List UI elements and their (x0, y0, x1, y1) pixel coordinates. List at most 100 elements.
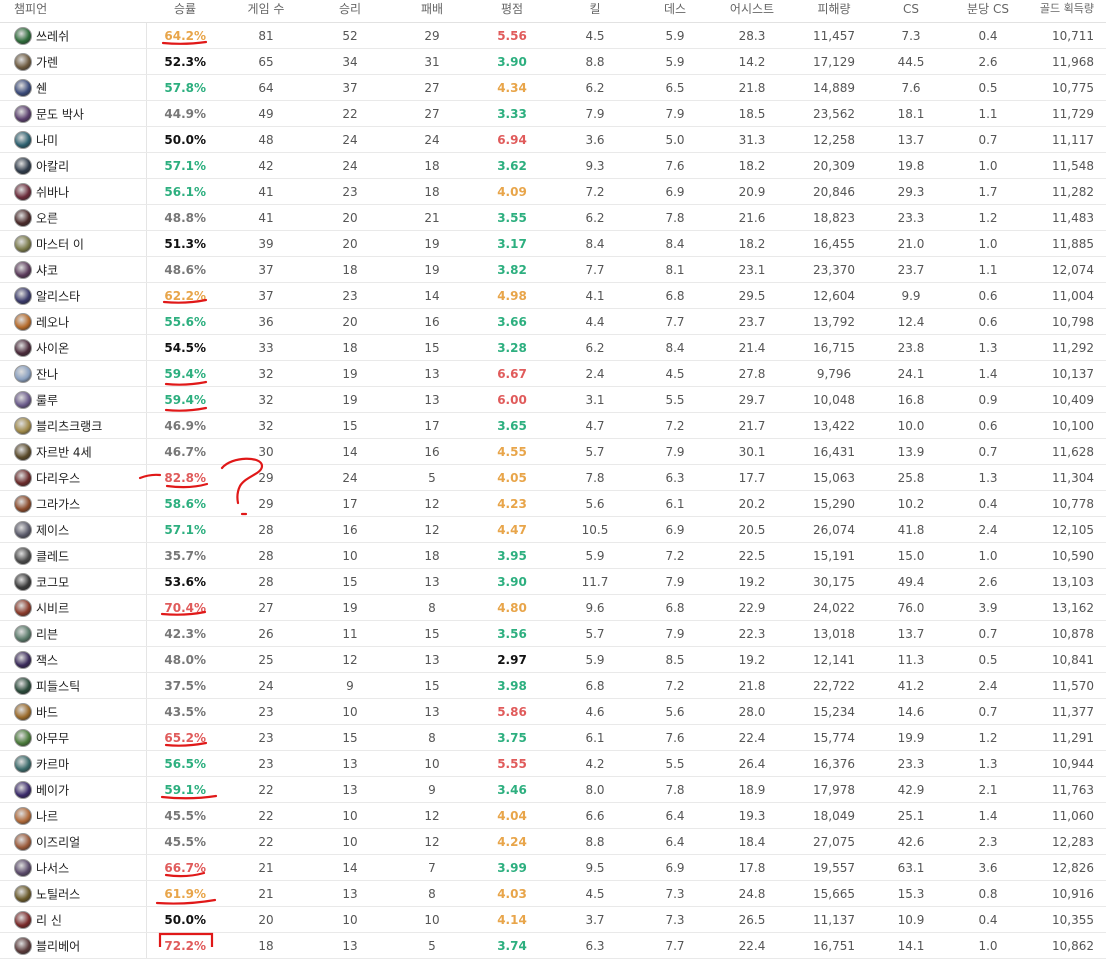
champion-avatar[interactable] (14, 286, 32, 305)
champion-cell[interactable]: 쉔 (0, 74, 147, 101)
header-losses[interactable]: 패배 (392, 0, 472, 23)
table-row[interactable]: 쉬바나 56.1% 41 23 18 4.09 7.2 6.9 20.9 20,846 29.3 1.… (0, 178, 1106, 205)
champion-cell[interactable]: 아무무 (0, 724, 147, 751)
champion-name[interactable]: 다리우스 (36, 471, 80, 485)
champion-name[interactable]: 베이가 (36, 783, 69, 797)
champion-name[interactable]: 제이스 (36, 523, 69, 537)
champion-avatar[interactable] (14, 546, 32, 565)
header-champion[interactable]: 챔피언 (0, 0, 146, 23)
champion-name[interactable]: 아칼리 (36, 159, 69, 173)
champion-avatar[interactable] (14, 806, 32, 825)
champion-name[interactable]: 자르반 4세 (36, 445, 92, 459)
table-row[interactable]: 코그모 53.6% 28 15 13 3.90 11.7 7.9 19.2 30,175 49.4 2… (0, 568, 1106, 595)
champion-cell[interactable]: 나르 (0, 802, 147, 829)
header-cs-per-min[interactable]: 분당 CS (946, 0, 1030, 23)
champion-name[interactable]: 노틸러스 (36, 887, 80, 901)
champion-name[interactable]: 레오나 (36, 315, 69, 329)
champion-avatar[interactable] (14, 26, 32, 45)
table-row[interactable]: 마스터 이 51.3% 39 20 19 3.17 8.4 8.4 18.2 16,455 21.0… (0, 230, 1106, 257)
champion-avatar[interactable] (14, 208, 32, 227)
champion-avatar[interactable] (14, 650, 32, 669)
table-row[interactable]: 노틸러스 61.9% 21 13 8 4.03 4.5 7.3 24.8 15,665 15.3 0.… (0, 880, 1106, 907)
champion-name[interactable]: 룰루 (36, 393, 58, 407)
champion-cell[interactable]: 자르반 4세 (0, 438, 147, 465)
header-assists[interactable]: 어시스트 (712, 0, 792, 23)
header-gold[interactable]: 골드 획득량 (1030, 0, 1106, 23)
header-kda[interactable]: 평점 (472, 0, 552, 23)
champion-avatar[interactable] (14, 156, 32, 175)
champion-avatar[interactable] (14, 702, 32, 721)
champion-avatar[interactable] (14, 416, 32, 435)
champion-avatar[interactable] (14, 104, 32, 123)
header-wins[interactable]: 승리 (308, 0, 392, 23)
table-row[interactable]: 나미 50.0% 48 24 24 6.94 3.6 5.0 31.3 12,258 13.7 0.7… (0, 126, 1106, 153)
champion-name[interactable]: 클레드 (36, 549, 69, 563)
table-row[interactable]: 알리스타 62.2% 37 23 14 4.98 4.1 6.8 29.5 12,604 9.9 0.… (0, 282, 1106, 309)
table-row[interactable]: 클레드 35.7% 28 10 18 3.95 5.9 7.2 22.5 15,191 15.0 1.… (0, 542, 1106, 569)
table-row[interactable]: 레오나 55.6% 36 20 16 3.66 4.4 7.7 23.7 13,792 12.4 0.… (0, 308, 1106, 335)
champion-avatar[interactable] (14, 312, 32, 331)
champion-cell[interactable]: 시비르 (0, 594, 147, 621)
champion-avatar[interactable] (14, 780, 32, 799)
champion-name[interactable]: 블리츠크랭크 (36, 419, 102, 433)
champion-cell[interactable]: 리 신 (0, 906, 147, 933)
champion-cell[interactable]: 노틸러스 (0, 880, 147, 907)
header-kills[interactable]: 킬 (552, 0, 638, 23)
champion-name[interactable]: 알리스타 (36, 289, 80, 303)
table-row[interactable]: 리븐 42.3% 26 11 15 3.56 5.7 7.9 22.3 13,018 13.7 0.7… (0, 620, 1106, 647)
table-row[interactable]: 문도 박사 44.9% 49 22 27 3.33 7.9 7.9 18.5 23,562 18.1… (0, 100, 1106, 127)
champion-name[interactable]: 피들스틱 (36, 679, 80, 693)
champion-avatar[interactable] (14, 78, 32, 97)
table-row[interactable]: 오른 48.8% 41 20 21 3.55 6.2 7.8 21.6 18,823 23.3 1.2… (0, 204, 1106, 231)
champion-cell[interactable]: 문도 박사 (0, 100, 147, 127)
champion-cell[interactable]: 바드 (0, 698, 147, 725)
champion-name[interactable]: 나미 (36, 133, 58, 147)
table-row[interactable]: 룰루 59.4% 32 19 13 6.00 3.1 5.5 29.7 10,048 16.8 0.9… (0, 386, 1106, 413)
header-games[interactable]: 게임 수 (224, 0, 308, 23)
header-cs[interactable]: CS (876, 0, 946, 23)
champion-name[interactable]: 샤코 (36, 263, 58, 277)
champion-name[interactable]: 사이온 (36, 341, 69, 355)
champion-avatar[interactable] (14, 468, 32, 487)
header-deaths[interactable]: 데스 (638, 0, 712, 23)
champion-avatar[interactable] (14, 624, 32, 643)
table-row[interactable]: 그라가스 58.6% 29 17 12 4.23 5.6 6.1 20.2 15,290 10.2 0… (0, 490, 1106, 517)
champion-avatar[interactable] (14, 520, 32, 539)
champion-avatar[interactable] (14, 494, 32, 513)
champion-avatar[interactable] (14, 598, 32, 617)
champion-cell[interactable]: 블리츠크랭크 (0, 412, 147, 439)
champion-name[interactable]: 리 신 (36, 913, 62, 927)
champion-name[interactable]: 아무무 (36, 731, 69, 745)
champion-cell[interactable]: 쉬바나 (0, 178, 147, 205)
champion-cell[interactable]: 제이스 (0, 516, 147, 543)
champion-name[interactable]: 잔나 (36, 367, 58, 381)
champion-avatar[interactable] (14, 390, 32, 409)
champion-avatar[interactable] (14, 936, 32, 955)
champion-cell[interactable]: 블리베어 (0, 932, 147, 959)
table-row[interactable]: 시비르 70.4% 27 19 8 4.80 9.6 6.8 22.9 24,022 76.0 3.9… (0, 594, 1106, 621)
champion-cell[interactable]: 사이온 (0, 334, 147, 361)
table-row[interactable]: 아무무 65.2% 23 15 8 3.75 6.1 7.6 22.4 15,774 19.9 1.2… (0, 724, 1106, 751)
table-row[interactable]: 샤코 48.6% 37 18 19 3.82 7.7 8.1 23.1 23,370 23.7 1.1… (0, 256, 1106, 283)
champion-avatar[interactable] (14, 728, 32, 747)
table-row[interactable]: 아칼리 57.1% 42 24 18 3.62 9.3 7.6 18.2 20,309 19.8 1.… (0, 152, 1106, 179)
table-row[interactable]: 잔나 59.4% 32 19 13 6.67 2.4 4.5 27.8 9,796 24.1 1.4 1… (0, 360, 1106, 387)
header-winrate[interactable]: 승률 (146, 0, 224, 23)
champion-name[interactable]: 이즈리얼 (36, 835, 80, 849)
champion-cell[interactable]: 아칼리 (0, 152, 147, 179)
champion-name[interactable]: 카르마 (36, 757, 69, 771)
header-damage[interactable]: 피해량 (792, 0, 876, 23)
champion-name[interactable]: 쉔 (36, 81, 47, 95)
champion-cell[interactable]: 카르마 (0, 750, 147, 777)
champion-avatar[interactable] (14, 364, 32, 383)
champion-name[interactable]: 쓰레쉬 (36, 29, 69, 43)
champion-cell[interactable]: 리븐 (0, 620, 147, 647)
table-row[interactable]: 자르반 4세 46.7% 30 14 16 4.55 5.7 7.9 30.1 16,431 13.… (0, 438, 1106, 465)
table-row[interactable]: 가렌 52.3% 65 34 31 3.90 8.8 5.9 14.2 17,129 44.5 2.6… (0, 48, 1106, 75)
champion-avatar[interactable] (14, 260, 32, 279)
champion-avatar[interactable] (14, 442, 32, 461)
champion-cell[interactable]: 나미 (0, 126, 147, 153)
champion-avatar[interactable] (14, 338, 32, 357)
champion-avatar[interactable] (14, 884, 32, 903)
champion-cell[interactable]: 오른 (0, 204, 147, 231)
